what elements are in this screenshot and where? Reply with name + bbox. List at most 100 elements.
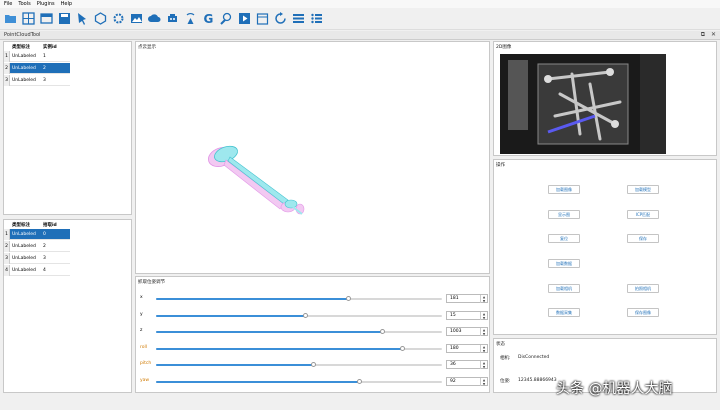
- id-cell: 1: [43, 53, 46, 59]
- refresh-icon[interactable]: [274, 12, 287, 25]
- header-label-type[interactable]: 类型标注: [10, 222, 40, 228]
- slider-track[interactable]: [156, 312, 442, 318]
- pointer-icon[interactable]: [76, 12, 89, 25]
- document-tab-bar: PointCloudTool ⧉ ✕: [0, 31, 720, 40]
- robot-icon[interactable]: [166, 12, 179, 25]
- settings-icon[interactable]: [112, 12, 125, 25]
- value-spinbox[interactable]: 180 ▲ ▼: [446, 343, 488, 353]
- slider-label: pitch: [140, 361, 152, 366]
- calendar-icon[interactable]: [256, 12, 269, 25]
- operation-button[interactable]: 拍照相机: [627, 284, 659, 293]
- id-cell: 4: [43, 267, 46, 273]
- id-cell: 0: [43, 231, 46, 237]
- svg-text:G: G: [204, 12, 214, 25]
- operation-button[interactable]: 加载模型: [627, 185, 659, 194]
- grid-icon[interactable]: [22, 12, 35, 25]
- image-panel-title: 2D图像: [496, 45, 512, 50]
- image-icon[interactable]: [130, 12, 143, 25]
- value-spinbox[interactable]: 15 ▲ ▼: [446, 310, 488, 320]
- slider-label: z: [140, 328, 143, 333]
- cube-icon[interactable]: [94, 12, 107, 25]
- operation-button[interactable]: 保存: [627, 234, 659, 243]
- header-label-type[interactable]: 类型标注: [10, 44, 40, 50]
- slider-track[interactable]: [156, 362, 442, 367]
- header-label-id[interactable]: 拾取id: [40, 222, 70, 228]
- value-spinbox[interactable]: 1003 ▲ ▼: [446, 327, 488, 336]
- spin-arrows-icon[interactable]: ▲ ▼: [480, 311, 487, 320]
- watermark-text: 头条 @机器人大脑: [556, 381, 673, 397]
- operation-button[interactable]: ICP匹配: [627, 210, 659, 219]
- spin-arrows-icon[interactable]: ▲ ▼: [480, 344, 487, 353]
- pose-adjust-title: 抓取位姿调节: [138, 280, 165, 285]
- camera-status-label: 相机:: [500, 356, 511, 361]
- brush-icon[interactable]: [220, 12, 233, 25]
- value-spinbox[interactable]: 92 ▲ ▼: [446, 376, 488, 386]
- slider-handle[interactable]: [311, 362, 317, 367]
- list-icon[interactable]: [292, 12, 305, 25]
- operation-button[interactable]: 加载图像: [548, 185, 580, 194]
- open-folder-icon[interactable]: [4, 12, 17, 25]
- operation-button[interactable]: 加载相机: [548, 284, 580, 293]
- cloud-icon[interactable]: [148, 12, 161, 25]
- table-row[interactable]: 3 UnLabeled 3: [4, 75, 70, 86]
- menu-tools[interactable]: Tools: [18, 1, 30, 7]
- id-cell: 3: [43, 255, 46, 261]
- slider-track[interactable]: [156, 296, 442, 301]
- table-row[interactable]: 1 UnLabeled 0: [4, 229, 70, 240]
- antenna-icon[interactable]: [184, 12, 197, 25]
- slider-label: x: [140, 295, 143, 300]
- row-cells[interactable]: UnLabeled 0: [10, 229, 70, 240]
- slider-track[interactable]: [156, 378, 442, 384]
- menu-plugins[interactable]: Plugins: [37, 1, 55, 7]
- table-row[interactable]: 3 UnLabeled 3: [4, 253, 70, 264]
- operation-button[interactable]: 复位: [548, 234, 580, 243]
- row-cells[interactable]: UnLabeled 2: [10, 241, 70, 252]
- play-icon[interactable]: [238, 12, 251, 25]
- spinbox-value: 36: [450, 362, 456, 367]
- spin-arrows-icon[interactable]: ▲ ▼: [480, 328, 487, 336]
- row-cells[interactable]: UnLabeled 3: [10, 253, 70, 264]
- slider-handle[interactable]: [379, 329, 385, 334]
- slider-handle[interactable]: [399, 345, 405, 351]
- spinbox-value: 15: [450, 312, 456, 318]
- menu-file[interactable]: File: [4, 1, 12, 7]
- slider-handle[interactable]: [345, 296, 351, 301]
- operation-button[interactable]: 保存图像: [627, 308, 659, 317]
- menu-icon[interactable]: [310, 12, 323, 25]
- table-row[interactable]: 2 UnLabeled 2: [4, 241, 70, 252]
- restore-icon[interactable]: ⧉: [701, 31, 705, 38]
- slider-track[interactable]: [156, 345, 442, 351]
- spin-arrows-icon[interactable]: ▲ ▼: [480, 361, 487, 369]
- status-title: 状态: [496, 342, 505, 347]
- operation-button[interactable]: 显示图: [548, 210, 580, 219]
- row-cells[interactable]: UnLabeled 2: [10, 63, 70, 74]
- row-cells[interactable]: UnLabeled 4: [10, 265, 70, 276]
- g-icon[interactable]: G: [202, 12, 215, 25]
- slider-row-pitch: pitch 36 ▲ ▼: [138, 360, 490, 370]
- save-icon[interactable]: [58, 12, 71, 25]
- row-cells[interactable]: UnLabeled 1: [10, 51, 70, 62]
- menu-help[interactable]: Help: [61, 1, 72, 7]
- label-cell: UnLabeled: [12, 77, 36, 83]
- header-label-id[interactable]: 实例id: [40, 44, 70, 50]
- spinbox-value: 1003: [450, 329, 462, 334]
- spin-arrows-icon[interactable]: ▲ ▼: [480, 295, 487, 303]
- slider-track[interactable]: [156, 329, 442, 334]
- slider-handle[interactable]: [357, 378, 363, 384]
- slider-handle[interactable]: [302, 312, 308, 318]
- operation-button[interactable]: 数据采集: [548, 308, 580, 317]
- table-row[interactable]: 4 UnLabeled 4: [4, 265, 70, 276]
- point-cloud-view[interactable]: 点云显示: [135, 41, 490, 274]
- spin-arrows-icon[interactable]: ▲ ▼: [480, 377, 487, 386]
- operation-button[interactable]: 加载数据: [548, 259, 580, 268]
- document-tab[interactable]: PointCloudTool: [4, 32, 40, 38]
- table-row[interactable]: 2 UnLabeled 2: [4, 63, 70, 74]
- slider-fill: [156, 347, 402, 350]
- spinbox-value: 181: [450, 296, 459, 301]
- value-spinbox[interactable]: 181 ▲ ▼: [446, 294, 488, 303]
- table-row[interactable]: 1 UnLabeled 1: [4, 51, 70, 62]
- close-icon[interactable]: ✕: [711, 31, 716, 38]
- row-cells[interactable]: UnLabeled 3: [10, 75, 70, 86]
- folder-icon[interactable]: [40, 12, 53, 25]
- value-spinbox[interactable]: 36 ▲ ▼: [446, 360, 488, 369]
